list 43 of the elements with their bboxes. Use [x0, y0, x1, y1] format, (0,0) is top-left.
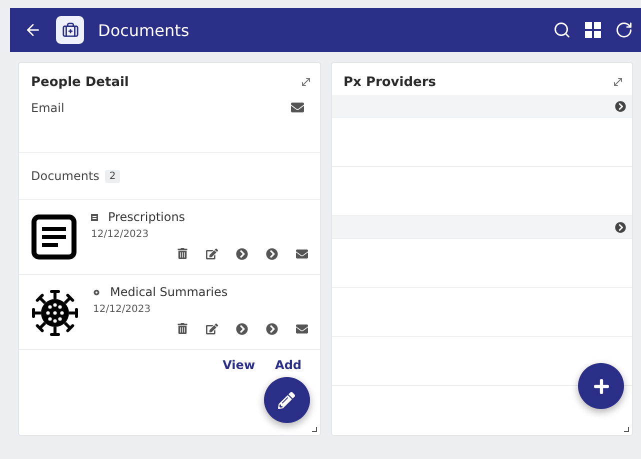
mail-button[interactable] — [296, 323, 308, 335]
chevron-button[interactable] — [266, 248, 278, 260]
chevron-button[interactable] — [266, 323, 278, 335]
file-icon — [91, 214, 98, 220]
document-icon — [31, 214, 77, 260]
action-link[interactable]: Add — [275, 358, 302, 372]
document-name: Medical Summaries — [110, 285, 228, 299]
pencil-icon — [278, 392, 295, 408]
document-date: 12/12/2023 — [91, 229, 150, 240]
plus-icon — [592, 378, 610, 394]
documents-count: 2 — [105, 170, 120, 182]
resize-handle-icon[interactable] — [312, 427, 316, 432]
document-name: Prescriptions — [108, 210, 186, 224]
resize-handle-icon[interactable] — [624, 427, 629, 432]
document-date: 12/12/2023 — [93, 304, 152, 315]
panel-title: People Detail — [31, 74, 129, 90]
edit-button[interactable] — [206, 248, 218, 260]
delete-button[interactable] — [176, 248, 188, 260]
chevron-button[interactable] — [236, 248, 248, 260]
medical-briefcase-icon — [56, 16, 84, 44]
gear-icon — [93, 288, 100, 296]
email-label: Email — [31, 101, 64, 115]
page-title: Documents — [98, 20, 190, 40]
panel-title: Px Providers — [344, 74, 436, 90]
search-button[interactable] — [553, 21, 571, 39]
virus-icon — [31, 289, 79, 337]
mail-button[interactable] — [290, 101, 304, 114]
chevron-icon — [615, 222, 626, 232]
chevron-icon — [615, 100, 626, 112]
grid-view-button[interactable] — [585, 22, 601, 38]
mail-button[interactable] — [296, 248, 308, 260]
action-link[interactable]: View — [222, 358, 256, 372]
delete-button[interactable] — [176, 323, 188, 335]
expand-icon[interactable] — [612, 76, 624, 88]
edit-button[interactable] — [206, 323, 218, 335]
expand-icon[interactable] — [300, 76, 312, 88]
grid-icon — [585, 22, 601, 38]
edit-fab-button[interactable] — [264, 377, 310, 423]
back-button[interactable] — [24, 21, 42, 39]
add-fab-button[interactable] — [578, 363, 624, 409]
chevron-button[interactable] — [236, 323, 248, 335]
refresh-button[interactable] — [615, 21, 633, 39]
documents-label: Documents — [31, 169, 100, 183]
